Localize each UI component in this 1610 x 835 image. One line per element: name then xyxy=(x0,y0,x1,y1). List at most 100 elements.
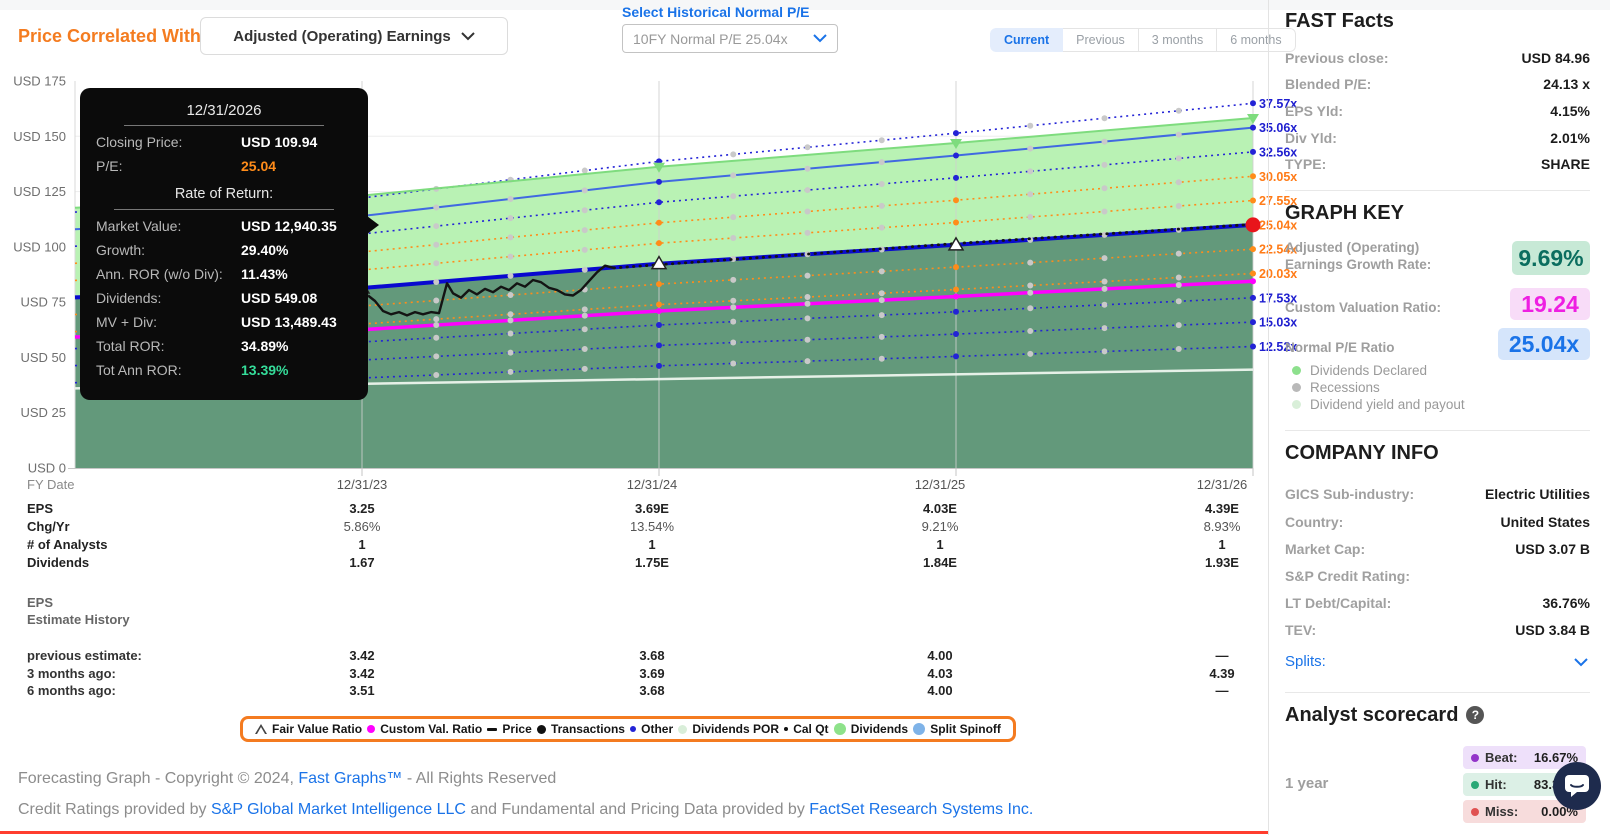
analysts-row-value: 1 xyxy=(358,537,366,552)
data-dot xyxy=(804,336,811,343)
data-dot xyxy=(507,368,514,375)
data-dot xyxy=(1250,100,1256,107)
bottom-accent-line xyxy=(0,831,1268,834)
legend-item-label: Price xyxy=(502,722,532,736)
estimate-row-value: 3.69 xyxy=(639,666,665,681)
chat-bubble-button[interactable] xyxy=(1553,762,1601,810)
bullet-label: Dividends Declared xyxy=(1310,363,1428,378)
footer-link[interactable]: Fast Graphs™ xyxy=(298,770,402,787)
company-info-row-value: Electric Utilities xyxy=(1484,486,1590,502)
tooltip-row: Ann. ROR (w/o Div): 11.43% xyxy=(96,267,352,282)
splits-label: Splits: xyxy=(1285,653,1326,670)
y-axis-label: USD 75 xyxy=(20,295,66,310)
fast-facts-row-label: TYPE: xyxy=(1285,156,1327,172)
legend-item-dividends[interactable]: Dividends xyxy=(833,722,908,736)
data-dot xyxy=(433,371,440,378)
fast-facts-row: Blended P/E: 24.13 x xyxy=(1285,76,1590,92)
eps-row-label: EPS xyxy=(27,501,54,516)
tooltip-row-label: Total ROR: xyxy=(96,338,165,354)
help-icon[interactable]: ? xyxy=(1466,706,1485,724)
data-dot xyxy=(433,223,440,230)
bullet-dot-icon xyxy=(1292,366,1301,375)
tooltip-date: 12/31/2026 xyxy=(124,102,324,126)
estimate-row-value: 4.03 xyxy=(927,666,953,681)
data-dot xyxy=(581,246,588,253)
data-dot xyxy=(581,326,588,333)
legend-item-label: Other xyxy=(641,722,674,736)
data-dot xyxy=(1027,328,1034,335)
dividends-row-value: 1.67 xyxy=(349,555,375,570)
fast-facts-row: Div Yld: 2.01% xyxy=(1285,130,1590,146)
graph-key-label: Adjusted (Operating) Earnings Growth Rate… xyxy=(1285,240,1432,272)
data-dot xyxy=(1175,131,1182,138)
data-dot xyxy=(1250,278,1256,285)
legend-item-split-spinoff[interactable]: Split Spinoff xyxy=(913,722,1001,736)
dividends-row-value: 1.93E xyxy=(1205,555,1239,570)
legend-dot-icon xyxy=(367,725,376,733)
fast-facts-row: TYPE: SHARE xyxy=(1285,156,1590,172)
data-dot xyxy=(1027,289,1034,296)
data-dot xyxy=(953,264,959,271)
legend-item-fair-value-ratio[interactable]: Fair Value Ratio xyxy=(255,722,362,736)
legend-item-cal-qt[interactable]: Cal Qt xyxy=(784,722,829,736)
graph-key-badge: 19.24 xyxy=(1510,288,1590,320)
y-axis-label: USD 25 xyxy=(20,405,66,420)
data-dot xyxy=(1027,122,1034,129)
badge-label: Miss: xyxy=(1485,804,1519,819)
data-dot xyxy=(878,297,885,304)
data-dot xyxy=(953,286,959,293)
legend-item-price[interactable]: Price xyxy=(487,722,532,736)
footer-text: Credit Ratings provided by xyxy=(18,801,211,818)
data-dot xyxy=(581,227,588,234)
company-info-row-label: Market Cap: xyxy=(1285,541,1366,557)
legend-dot-icon xyxy=(784,727,789,731)
sidebar-section-divider xyxy=(1285,430,1590,431)
y-axis-label: USD 150 xyxy=(13,129,66,144)
estimate-row-value: 3.68 xyxy=(639,683,665,698)
data-dot xyxy=(1101,208,1108,215)
data-dot xyxy=(953,174,959,181)
data-dot xyxy=(1250,148,1256,155)
data-dot xyxy=(507,215,514,222)
pe-line-label: 15.03x xyxy=(1259,316,1297,330)
data-dot xyxy=(433,322,440,329)
data-dot xyxy=(507,330,514,337)
fast-facts-row-label: Blended P/E: xyxy=(1285,76,1372,92)
tooltip-section-title: Rate of Return: xyxy=(114,186,334,210)
legend-item-custom-val-ratio[interactable]: Custom Val. Ratio xyxy=(367,722,482,736)
tooltip-row-value: USD 12,940.35 xyxy=(241,218,337,234)
data-dot xyxy=(1027,191,1034,198)
legend-item-transactions[interactable]: Transactions xyxy=(536,722,625,736)
company-info-row-value: USD 3.84 B xyxy=(1515,622,1590,638)
tooltip-row-value: 11.43% xyxy=(241,266,288,282)
legend-item-dividends-por[interactable]: Dividends POR xyxy=(678,722,779,736)
company-info-row: S&P Credit Rating: xyxy=(1285,568,1590,584)
legend-item-other[interactable]: Other xyxy=(630,722,673,736)
analyst-period-label: 1 year xyxy=(1285,775,1329,792)
data-dot xyxy=(1101,161,1108,168)
footer-text: - All Rights Reserved xyxy=(402,770,557,787)
splits-link[interactable]: Splits: xyxy=(1285,653,1590,670)
footer-link[interactable]: FactSet Research Systems Inc. xyxy=(809,801,1033,818)
tooltip-row: P/E: 25.04 xyxy=(96,159,352,174)
data-dot xyxy=(953,331,959,338)
fast-facts-row-label: EPS Yld: xyxy=(1285,103,1344,119)
tooltip-row-value: USD 109.94 xyxy=(241,134,318,150)
footer-text: Forecasting Graph - Copyright © 2024, xyxy=(18,770,299,787)
estimate-row-label: 6 months ago: xyxy=(27,683,116,698)
data-dot xyxy=(804,358,811,365)
data-dot xyxy=(656,362,662,369)
estimate-row-value: — xyxy=(1215,648,1229,663)
footer-link[interactable]: S&P Global Market Intelligence LLC xyxy=(211,801,466,818)
eps-row-value: 4.03E xyxy=(923,501,957,516)
legend-dot-icon xyxy=(833,723,846,735)
data-dot xyxy=(878,312,885,319)
data-dot xyxy=(730,304,737,311)
data-dot xyxy=(581,167,588,174)
legend-dot-icon xyxy=(678,724,688,734)
footer-text: and Fundamental and Pricing Data provide… xyxy=(465,801,810,818)
data-dot xyxy=(656,342,662,349)
data-dot xyxy=(1250,294,1256,301)
data-dot xyxy=(953,197,959,204)
data-dot xyxy=(730,151,737,158)
